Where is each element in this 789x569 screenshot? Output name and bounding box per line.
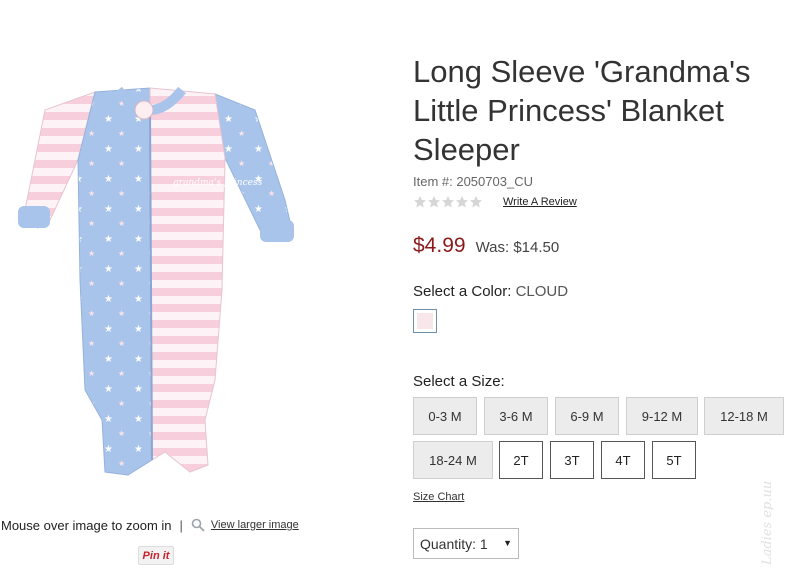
pin-it-button[interactable]: Pin it [138, 546, 174, 565]
star-icon [455, 195, 469, 209]
color-swatch-cloud[interactable] [413, 309, 437, 333]
quantity-label: Quantity: [420, 535, 477, 552]
size-option-3t[interactable]: 3T [550, 441, 594, 479]
zoom-separator: | [179, 517, 183, 533]
zoom-hint: Mouse over image to zoom in [1, 517, 172, 533]
rating-row: Write A Review [413, 195, 577, 209]
item-number: Item #: 2050703_CU [413, 174, 533, 189]
star-icon [469, 195, 483, 209]
sale-price: $4.99 [413, 234, 466, 257]
product-image[interactable]: ★ ★ grandma's princess [10, 80, 310, 480]
size-option-0-3m[interactable]: 0-3 M [413, 397, 477, 435]
size-chart-link[interactable]: Size Chart [413, 491, 464, 503]
star-icon [427, 195, 441, 209]
quantity-select[interactable]: Quantity: 1 ▼ [413, 528, 519, 559]
color-swatch-fill [417, 313, 433, 329]
size-option-9-12m[interactable]: 9-12 M [626, 397, 698, 435]
size-option-4t[interactable]: 4T [601, 441, 645, 479]
color-label-text: Select a Color: [413, 283, 512, 300]
star-icon [441, 195, 455, 209]
image-zoom-row: Mouse over image to zoom in | View large… [1, 516, 299, 534]
color-value: CLOUD [515, 283, 569, 300]
view-larger-image-link[interactable]: View larger image [211, 519, 299, 531]
sleeper-print-text: grandma's princess [173, 178, 263, 188]
quantity-value: 1 [479, 535, 488, 552]
size-option-5t[interactable]: 5T [652, 441, 696, 479]
dropdown-arrow-icon: ▼ [503, 538, 512, 548]
size-option-2t[interactable]: 2T [499, 441, 543, 479]
size-option-3-6m[interactable]: 3-6 M [484, 397, 548, 435]
watermark: Ladies ep.uu [760, 480, 775, 565]
write-review-link[interactable]: Write A Review [503, 196, 577, 208]
was-price: Was: $14.50 [475, 239, 560, 256]
rating-stars [413, 195, 483, 209]
size-label: Select a Size: [413, 373, 505, 390]
price-row: $4.99 Was: $14.50 [413, 234, 559, 258]
size-option-6-9m[interactable]: 6-9 M [555, 397, 619, 435]
star-icon [413, 195, 427, 209]
size-option-18-24m[interactable]: 18-24 M [413, 441, 493, 479]
product-title: Long Sleeve 'Grandma's Little Princess' … [413, 54, 751, 167]
magnifier-icon [191, 518, 205, 532]
color-label: Select a Color: CLOUD [413, 283, 568, 300]
size-option-12-18m[interactable]: 12-18 M [704, 397, 784, 435]
